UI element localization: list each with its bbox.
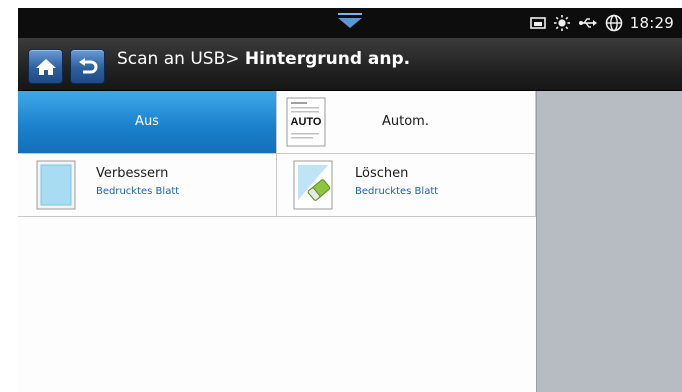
current-page-title: Hintergrund anp. [244,49,411,69]
brightness-icon [553,14,571,32]
option-loeschen[interactable]: Löschen Bedrucktes Blatt [277,154,536,217]
side-panel [536,91,682,392]
globe-icon [605,14,623,32]
left-margin [0,0,18,392]
option-aus[interactable]: Aus [18,91,277,154]
option-aus-label: Aus [135,114,159,129]
clock: 18:29 [629,14,674,32]
page-title: Scan an USB> Hintergrund anp. [117,44,410,74]
option-autom[interactable]: AUTO Autom. [277,91,536,154]
title-bar: Scan an USB> Hintergrund anp. [18,38,682,91]
breadcrumb: Scan an USB> [117,49,240,69]
pulldown-arrow-icon[interactable] [336,12,364,30]
auto-document-icon: AUTO [286,97,326,151]
usb-icon [578,16,598,30]
option-autom-label: Autom. [382,114,429,129]
home-icon [35,57,57,77]
option-verbessern[interactable]: Verbessern Bedrucktes Blatt [18,154,277,217]
memory-card-icon [529,16,546,30]
status-icons: 18:29 [529,8,674,38]
home-button[interactable] [28,49,63,84]
back-button[interactable] [70,49,105,84]
back-icon [77,57,99,77]
option-loeschen-label: Löschen [355,166,409,181]
status-bar: 18:29 [18,8,682,38]
option-verbessern-sublabel: Bedrucktes Blatt [96,186,180,197]
auto-icon-text: AUTO [289,116,323,128]
enhance-page-icon [36,160,76,214]
options-grid: Aus AUTO Autom. Verbessern Bedrucktes Bl… [18,91,536,392]
option-verbessern-label: Verbessern [96,166,169,181]
erase-page-icon [293,160,337,214]
option-loeschen-sublabel: Bedrucktes Blatt [355,186,439,197]
